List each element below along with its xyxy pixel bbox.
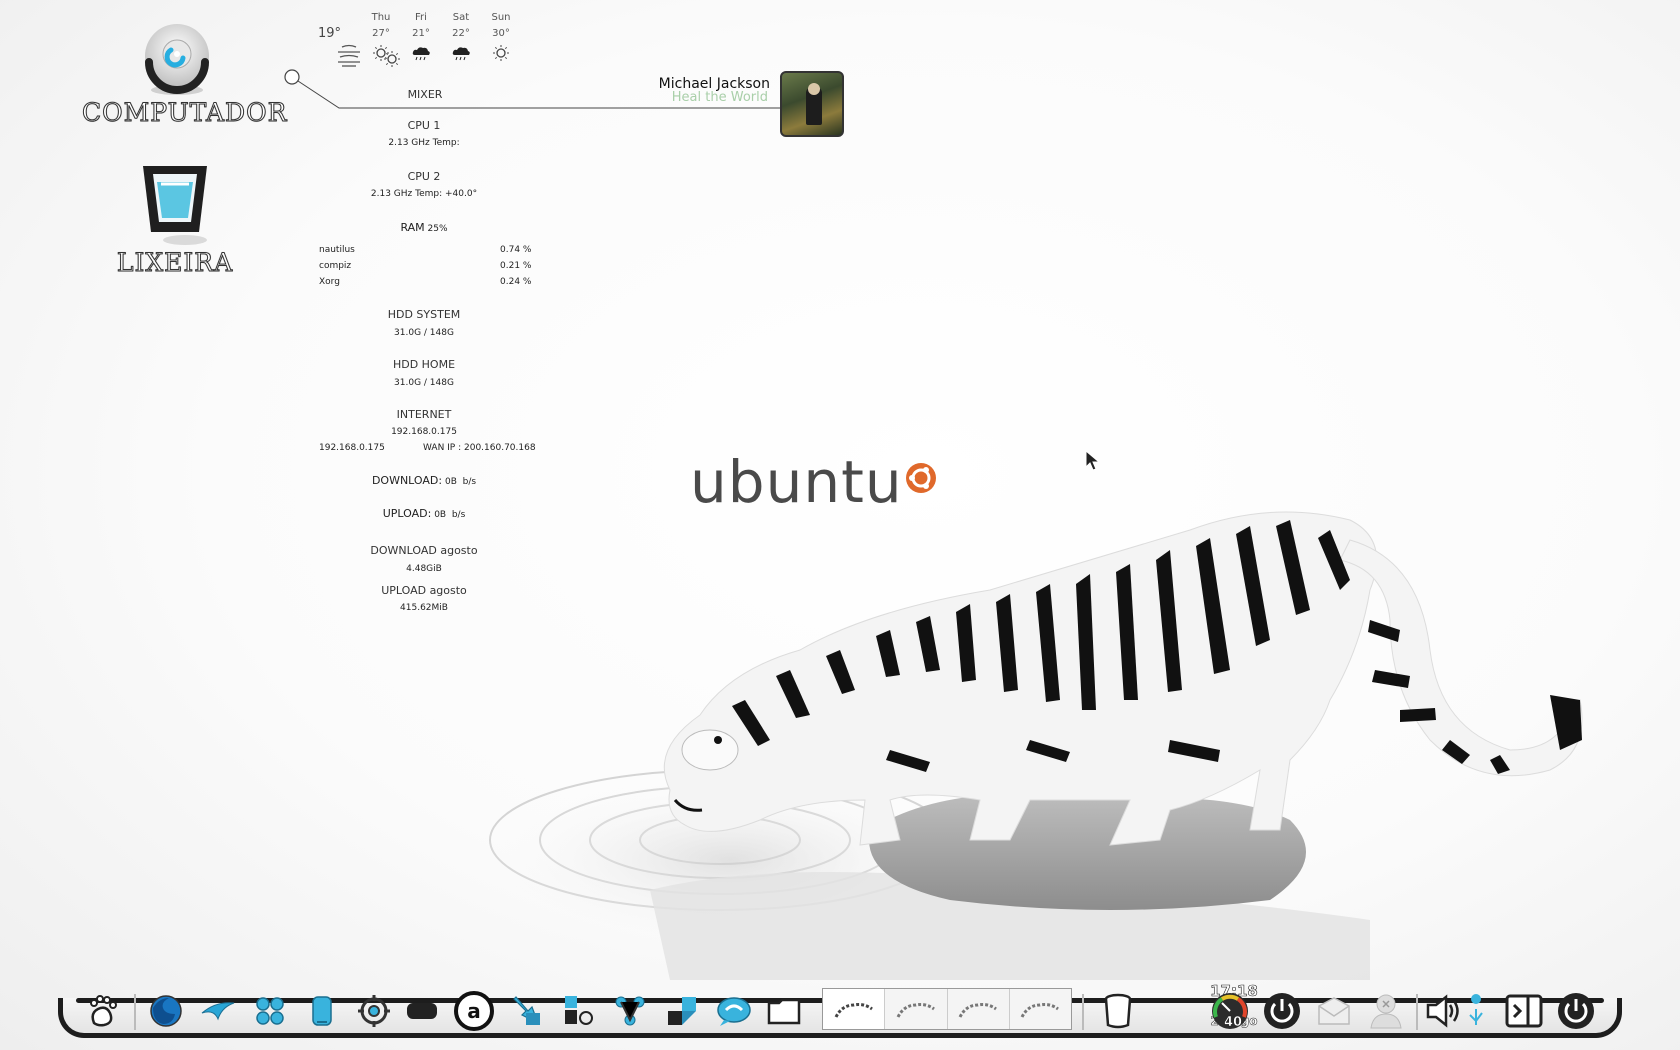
drive-icon[interactable] xyxy=(402,990,442,1032)
album-cover[interactable] xyxy=(780,71,844,137)
rain-cloud-icon xyxy=(452,47,470,61)
process-name: nautilus xyxy=(319,245,355,255)
apps-grid-icon[interactable] xyxy=(250,990,290,1032)
bluetooth-icon[interactable] xyxy=(1464,990,1488,1032)
workspace-3[interactable] xyxy=(948,989,1010,1029)
lan-ip: 192.168.0.175 xyxy=(319,443,385,453)
amazon-icon[interactable]: a xyxy=(454,990,494,1032)
process-usage: 0.74 % xyxy=(500,245,532,255)
svg-text:a: a xyxy=(467,999,481,1023)
fog-icon xyxy=(338,44,360,67)
trash-bin-icon xyxy=(143,166,207,245)
email-swoosh-icon[interactable] xyxy=(198,990,238,1032)
sun-icon xyxy=(493,45,509,61)
rain-cloud-icon xyxy=(412,47,430,61)
process-usage: 0.24 % xyxy=(500,277,532,287)
hdd-system-value: 31.0G / 148G xyxy=(394,328,454,338)
workspace-1[interactable] xyxy=(823,989,886,1029)
network-icon[interactable] xyxy=(610,990,650,1032)
ram-label: RAM xyxy=(400,221,425,234)
shutdown-icon[interactable] xyxy=(1556,990,1596,1032)
process-name: compiz xyxy=(319,261,352,271)
gnome-foot-icon[interactable] xyxy=(82,990,122,1032)
desktop-icon-computer[interactable]: COMPUTADOR xyxy=(82,18,288,128)
music-track-title: Heal the World xyxy=(671,90,768,105)
download-rate: DOWNLOAD: 0B b/s xyxy=(371,474,477,487)
trash-can-icon[interactable] xyxy=(1098,990,1138,1032)
tiger-wallpaper-art xyxy=(470,511,1583,980)
settings-target-icon[interactable] xyxy=(354,990,394,1032)
wan-ip: WAN IP : 200.160.70.168 xyxy=(423,443,536,453)
download-icon[interactable] xyxy=(506,990,546,1032)
dock-panel: a 17:18 Qua 24 Ago 40 xyxy=(58,983,1622,1050)
volume-icon[interactable] xyxy=(1424,990,1464,1032)
firefox-icon[interactable] xyxy=(146,990,186,1032)
power-icon[interactable] xyxy=(1262,990,1302,1032)
phone-icon[interactable] xyxy=(302,990,342,1032)
mixer-button[interactable]: MIXER xyxy=(380,88,470,101)
cpu1-info: 2.13 GHz Temp: xyxy=(388,138,460,148)
process-usage: 0.21 % xyxy=(500,261,532,271)
ram-value: 25% xyxy=(427,224,448,234)
current-temperature: 19° xyxy=(318,26,342,41)
ram-row: RAM 25% xyxy=(324,221,524,234)
user-icon[interactable] xyxy=(1366,990,1406,1032)
cpu1-label: CPU 1 xyxy=(407,119,441,132)
workspace-4[interactable] xyxy=(1010,989,1071,1029)
hdd-home-value: 31.0G / 148G xyxy=(394,378,454,388)
computer-disc-icon xyxy=(145,24,209,95)
workspace-switcher[interactable] xyxy=(822,988,1072,1030)
folder-icon[interactable] xyxy=(764,990,804,1032)
workspace-2[interactable] xyxy=(885,989,948,1029)
sun-icon xyxy=(384,51,400,67)
cpu2-info: 2.13 GHz Temp: +40.0° xyxy=(370,189,478,199)
ubuntu-circle-of-friends-icon xyxy=(905,463,936,493)
gauge-value: 40 xyxy=(1224,1015,1243,1031)
desktop-icon-trash[interactable]: LIXEIRA xyxy=(115,162,235,278)
forecast-day: Fri 21° xyxy=(404,12,438,61)
internet-local-ip: 192.168.0.175 xyxy=(391,427,457,437)
computer-label: COMPUTADOR xyxy=(82,98,288,128)
process-name: Xorg xyxy=(319,277,340,287)
puzzle-icon[interactable] xyxy=(662,990,702,1032)
shapes-icon[interactable] xyxy=(558,990,598,1032)
internet-label: INTERNET xyxy=(396,408,452,421)
chat-icon[interactable] xyxy=(714,990,754,1032)
mail-icon[interactable] xyxy=(1314,990,1354,1032)
cpu2-label: CPU 2 xyxy=(407,170,441,183)
window-switch-icon[interactable] xyxy=(1504,990,1544,1032)
hdd-system-label: HDD SYSTEM xyxy=(387,308,461,321)
mouse-cursor-icon xyxy=(1085,450,1101,471)
forecast-day: Sat 22° xyxy=(444,12,478,61)
trash-label: LIXEIRA xyxy=(116,248,234,278)
hdd-home-label: HDD HOME xyxy=(392,358,456,371)
weather-widget: 19° Thu 27° Fri 21° Sat 22° Sun 30° xyxy=(318,12,528,72)
forecast-day: Sun 30° xyxy=(484,12,518,61)
